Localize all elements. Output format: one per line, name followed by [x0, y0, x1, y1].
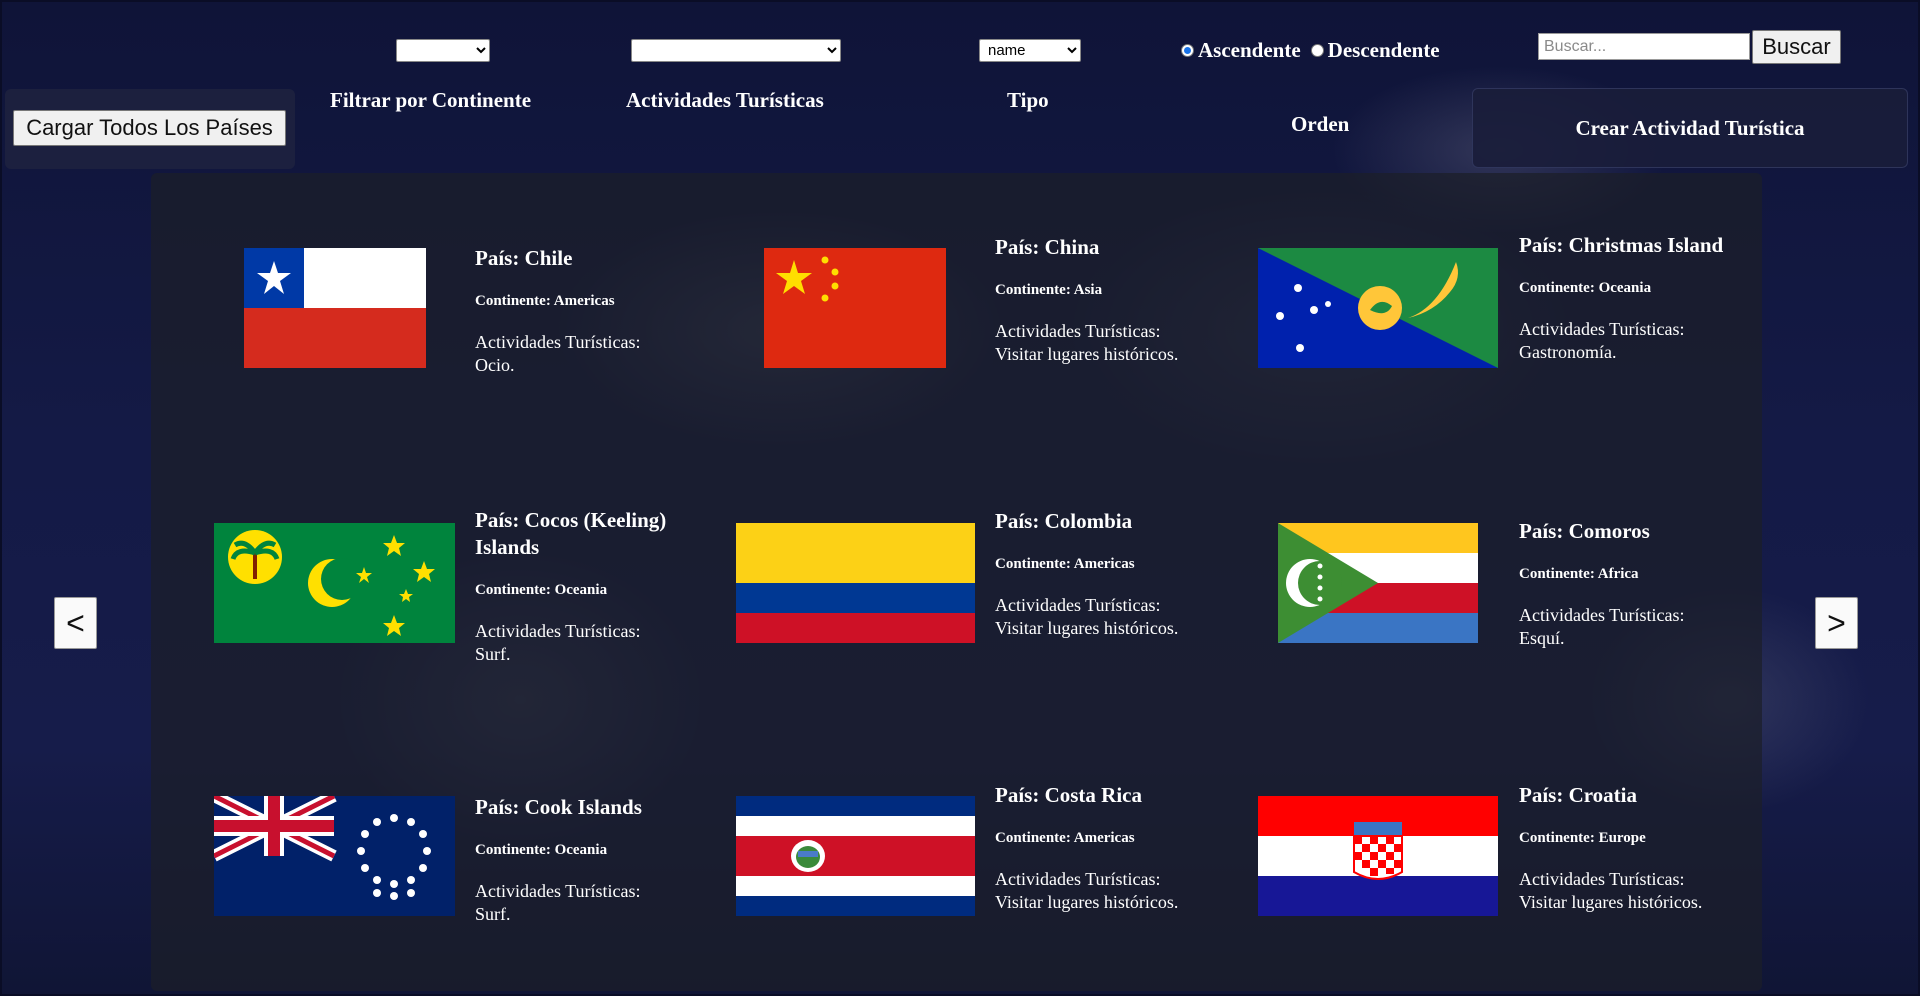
order-label: Orden	[1291, 112, 1350, 136]
country-name: País: Colombia	[995, 509, 1133, 533]
country-continent: Continente: Americas	[995, 830, 1135, 846]
comoros-flag[interactable]	[1278, 523, 1478, 643]
country-continent: Continente: Americas	[995, 556, 1135, 572]
country-continent: Continente: Asia	[995, 282, 1103, 298]
create-activity-button[interactable]: Crear Actividad Turística	[1472, 88, 1908, 168]
ascending-label: Ascendente	[1198, 38, 1301, 62]
country-card-cook-islands[interactable]: País: Cook Islands Continente: Oceania A…	[475, 794, 680, 926]
load-all-countries-button[interactable]: Cargar Todos Los Países	[13, 110, 286, 146]
country-activities: Actividades Turísticas: Surf.	[475, 621, 641, 664]
country-activities: Actividades Turísticas: Visitar lugares …	[995, 595, 1179, 638]
china-flag[interactable]	[764, 248, 946, 368]
country-card-christmas-island[interactable]: País: Christmas Island Continente: Ocean…	[1519, 232, 1724, 364]
cook-islands-flag[interactable]	[214, 796, 455, 916]
country-continent: Continente: Americas	[475, 293, 615, 309]
country-activities: Actividades Turísticas: Gastronomía.	[1519, 319, 1685, 362]
search-button[interactable]: Buscar	[1752, 30, 1841, 64]
croatia-flag[interactable]	[1258, 796, 1498, 916]
country-continent: Continente: Oceania	[1519, 280, 1652, 296]
type-select[interactable]: name	[979, 39, 1081, 62]
country-card-cocos-islands[interactable]: País: Cocos (Keeling) Islands Continente…	[475, 507, 680, 666]
country-name: País: Chile	[475, 246, 573, 270]
country-card-comoros[interactable]: País: Comoros Continente: Africa Activid…	[1519, 518, 1724, 650]
cocos-islands-flag[interactable]	[214, 523, 455, 643]
create-activity-label: Crear Actividad Turística	[1575, 115, 1805, 140]
descending-radio[interactable]	[1310, 44, 1324, 57]
ascending-radio[interactable]	[1181, 44, 1194, 57]
country-name: País: China	[995, 235, 1100, 259]
christmas-island-flag[interactable]	[1258, 248, 1498, 368]
country-continent: Continente: Europe	[1519, 830, 1646, 846]
colombia-flag[interactable]	[736, 523, 975, 643]
country-card-colombia[interactable]: País: Colombia Continente: Americas Acti…	[995, 508, 1200, 640]
country-name: País: Costa Rica	[995, 783, 1142, 807]
country-continent: Continente: Oceania	[475, 582, 608, 598]
country-activities: Actividades Turísticas: Esquí.	[1519, 605, 1685, 648]
country-card-croatia[interactable]: País: Croatia Continente: Europe Activid…	[1519, 782, 1724, 914]
country-name: País: Comoros	[1519, 519, 1650, 543]
country-activities: Actividades Turísticas: Visitar lugares …	[995, 869, 1179, 912]
next-page-button[interactable]: >	[1815, 597, 1858, 649]
descending-label: Descendente	[1327, 38, 1440, 62]
costa-rica-flag[interactable]	[736, 796, 975, 916]
country-card-chile[interactable]: País: Chile Continente: Americas Activid…	[475, 245, 680, 377]
country-activities: Actividades Turísticas: Visitar lugares …	[1519, 869, 1703, 912]
country-name: País: Croatia	[1519, 783, 1638, 807]
chile-flag[interactable]	[244, 248, 426, 368]
search-input[interactable]	[1538, 33, 1750, 60]
country-continent: Continente: Oceania	[475, 842, 608, 858]
type-label: Tipo	[1007, 88, 1049, 112]
continent-filter-label: Filtrar por Continente	[330, 88, 532, 112]
country-name: País: Christmas Island	[1519, 233, 1724, 257]
continent-select[interactable]	[396, 39, 490, 62]
activity-filter-label: Actividades Turísticas	[626, 88, 824, 112]
country-card-costa-rica[interactable]: País: Costa Rica Continente: Americas Ac…	[995, 782, 1200, 914]
order-radio-group: Ascendente Descendente	[1181, 38, 1440, 63]
country-card-china[interactable]: País: China Continente: Asia Actividades…	[995, 234, 1200, 366]
country-activities: Actividades Turísticas: Surf.	[475, 881, 641, 924]
previous-page-button[interactable]: <	[54, 597, 97, 649]
country-name: País: Cocos (Keeling) Islands	[475, 508, 667, 559]
country-activities: Actividades Turísticas: Ocio.	[475, 332, 641, 375]
country-continent: Continente: Africa	[1519, 566, 1639, 582]
activity-select[interactable]	[631, 39, 841, 62]
country-name: País: Cook Islands	[475, 795, 642, 819]
country-activities: Actividades Turísticas: Visitar lugares …	[995, 321, 1179, 364]
